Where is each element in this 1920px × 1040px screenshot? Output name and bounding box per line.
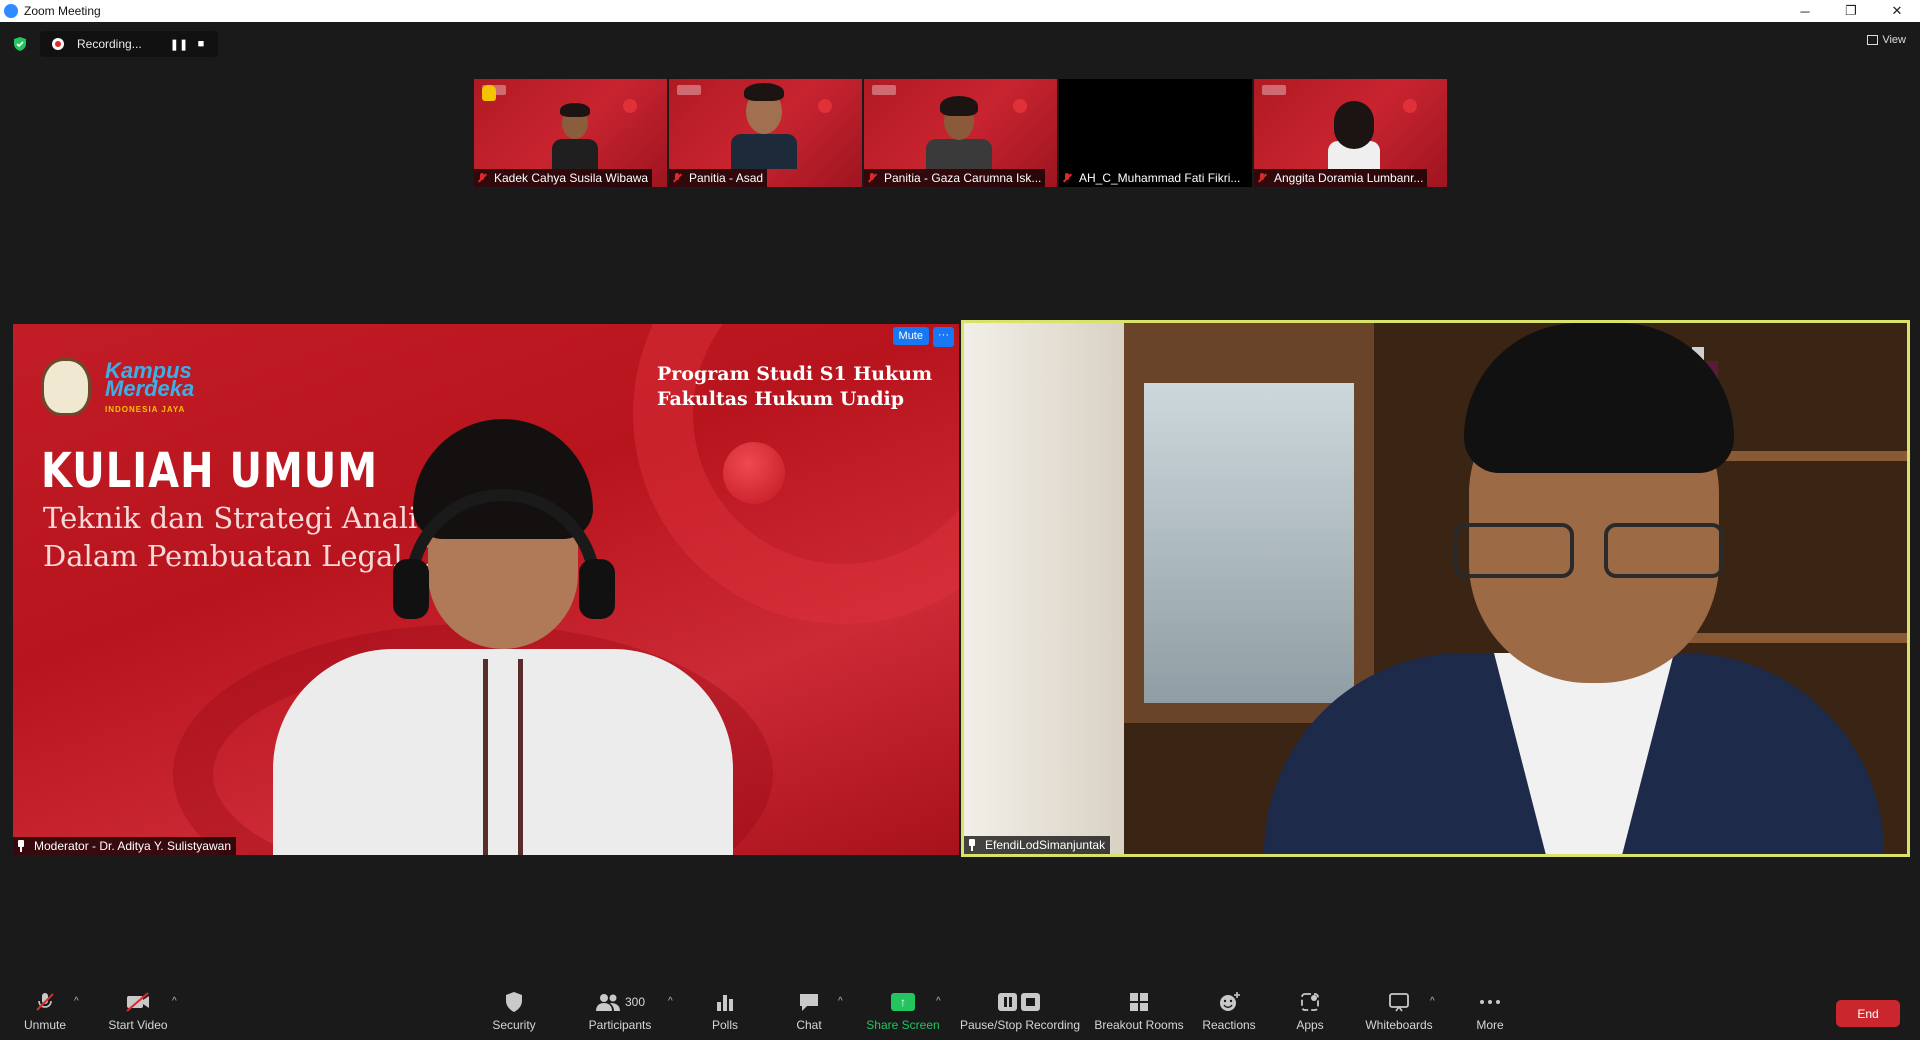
pause-recording-icon[interactable]: ❚❚ (169, 38, 189, 51)
mic-muted-icon (1256, 172, 1268, 184)
polls-bar-chart-icon (715, 989, 735, 1015)
breakout-rooms-grid-icon (1128, 989, 1150, 1015)
pin-icon (967, 839, 977, 851)
audio-options-caret[interactable]: ^ (74, 996, 79, 1007)
unmute-button[interactable]: Unmute (20, 978, 70, 1040)
participant-name-label: Moderator - Dr. Aditya Y. Sulistyawan (13, 837, 236, 855)
slide-decoration (1013, 99, 1027, 113)
stop-recording-icon[interactable]: ■ (191, 38, 211, 50)
apps-icon (1299, 989, 1321, 1015)
mic-muted-icon (671, 172, 683, 184)
view-button[interactable]: View (1867, 34, 1906, 46)
active-speaker-video-tile[interactable]: EfendiLodSimanjuntak (961, 320, 1910, 857)
window-title: Zoom Meeting (24, 4, 101, 18)
moderator-video-tile[interactable]: Kampus Merdeka INDONESIA JAYA Program Stu… (13, 324, 959, 855)
raised-hand-icon (482, 85, 496, 101)
pause-stop-recording-button[interactable]: Pause/Stop Recording (958, 978, 1082, 1040)
participant-name-label: EfendiLodSimanjuntak (964, 836, 1111, 854)
program-text: Program Studi S1 Hukum Fakultas Hukum Un… (657, 363, 933, 410)
recording-dot-icon (52, 38, 64, 50)
video-options-caret[interactable]: ^ (172, 996, 177, 1007)
participants-icon: 300 (595, 989, 645, 1015)
reactions-button[interactable]: Reactions (1202, 978, 1256, 1040)
moderator-video (273, 419, 733, 855)
apps-button[interactable]: Apps (1294, 978, 1326, 1040)
pin-icon (16, 840, 26, 852)
participant-video (1324, 99, 1384, 169)
mic-muted-icon (866, 172, 878, 184)
window-titlebar: Zoom Meeting ─ ❐ ✕ (0, 0, 1920, 22)
recording-indicator: Recording... ❚❚ ■ (40, 31, 218, 57)
security-button[interactable]: Security (488, 978, 540, 1040)
participant-name-label: Anggita Doramia Lumbanr... (1254, 169, 1428, 187)
close-button[interactable]: ✕ (1874, 0, 1920, 22)
shield-icon (504, 989, 524, 1015)
share-options-caret[interactable]: ^ (936, 996, 941, 1007)
participant-name-label: AH_C_Muhammad Fati Fikri... (1059, 169, 1245, 187)
slide-logo (677, 85, 701, 95)
share-screen-arrow-icon: ↑ (891, 989, 915, 1015)
smiley-plus-icon (1217, 989, 1241, 1015)
more-dots-icon (1479, 989, 1501, 1015)
start-video-button[interactable]: Start Video (105, 978, 171, 1040)
participant-name-label: Kadek Cahya Susila Wibawa (474, 169, 653, 187)
participants-count: 300 (624, 995, 646, 1009)
window-controls: ─ ❐ ✕ (1782, 0, 1920, 22)
slide-decoration (723, 442, 785, 504)
participants-options-caret[interactable]: ^ (668, 996, 673, 1007)
mute-participant-button[interactable]: Mute (892, 327, 929, 345)
participant-video (924, 94, 994, 169)
gallery-view-icon (1867, 35, 1879, 45)
participant-thumbnail-strip: Kadek Cahya Susila Wibawa Panitia - Asad… (474, 79, 1447, 187)
zoom-app-icon (4, 4, 18, 18)
participant-video (729, 79, 799, 169)
participant-thumbnail[interactable]: AH_C_Muhammad Fati Fikri... (1059, 79, 1252, 187)
recording-label: Recording... (77, 37, 142, 51)
video-off-icon (124, 989, 152, 1015)
slide-logo (1262, 85, 1286, 95)
more-button[interactable]: More (1474, 978, 1506, 1040)
meeting-topbar: Recording... ❚❚ ■ View (0, 28, 1920, 58)
encryption-shield-icon[interactable] (12, 36, 28, 52)
polls-button[interactable]: Polls (702, 978, 748, 1040)
mic-muted-icon (1061, 172, 1073, 184)
participant-more-options-button[interactable]: ··· (933, 327, 954, 347)
slide-decoration (818, 99, 832, 113)
kampus-merdeka-logo: Kampus Merdeka INDONESIA JAYA (105, 358, 195, 415)
participant-name-label: Panitia - Asad (669, 169, 768, 187)
participant-thumbnail[interactable]: Anggita Doramia Lumbanr... (1254, 79, 1447, 187)
participant-thumbnail[interactable]: Panitia - Asad (669, 79, 862, 187)
mic-muted-icon (33, 989, 57, 1015)
university-seal-logo (41, 358, 91, 416)
view-label: View (1882, 34, 1906, 46)
minimize-button[interactable]: ─ (1782, 0, 1828, 22)
restore-button[interactable]: ❐ (1828, 0, 1874, 22)
participants-button[interactable]: 300 Participants (588, 978, 652, 1040)
share-screen-button[interactable]: ↑ Share Screen (866, 978, 940, 1040)
mic-muted-icon (476, 172, 488, 184)
participant-thumbnail[interactable]: Panitia - Gaza Carumna Isk... (864, 79, 1057, 187)
chat-options-caret[interactable]: ^ (838, 996, 843, 1007)
slide-decoration (623, 99, 637, 113)
whiteboards-options-caret[interactable]: ^ (1430, 996, 1435, 1007)
speaker-video (964, 323, 1907, 854)
participant-name-label: Panitia - Gaza Carumna Isk... (864, 169, 1046, 187)
breakout-rooms-button[interactable]: Breakout Rooms (1094, 978, 1184, 1040)
chat-button[interactable]: Chat (790, 978, 828, 1040)
participant-thumbnail[interactable]: Kadek Cahya Susila Wibawa (474, 79, 667, 187)
slide-decoration (1403, 99, 1417, 113)
pause-stop-icon (997, 989, 1043, 1015)
chat-bubble-icon (797, 989, 821, 1015)
whiteboards-button[interactable]: Whiteboards (1364, 978, 1434, 1040)
slide-logo (872, 85, 896, 95)
participant-video (550, 99, 600, 169)
whiteboard-icon (1387, 989, 1411, 1015)
meeting-toolbar: Unmute ^ Start Video ^ Security 300 Part… (0, 978, 1920, 1040)
end-meeting-button[interactable]: End (1836, 1000, 1900, 1027)
